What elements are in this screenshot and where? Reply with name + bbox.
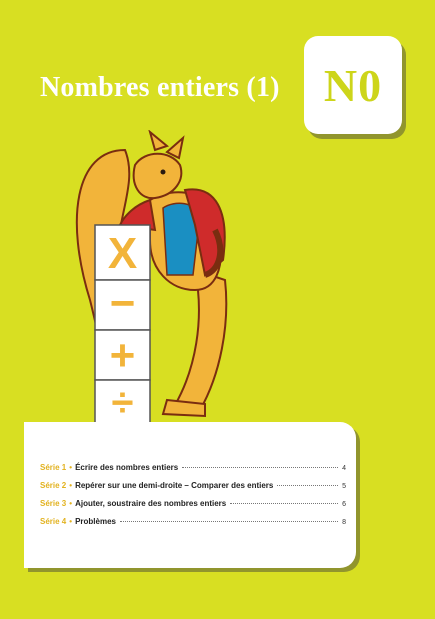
block-sign: − — [110, 279, 136, 328]
toc-label: Problèmes — [75, 517, 116, 526]
bullet-icon: • — [69, 517, 73, 526]
toc-leader — [182, 467, 339, 468]
kangaroo-eye — [160, 169, 166, 175]
toc-page: 6 — [342, 501, 346, 508]
kangaroo-ear — [148, 130, 170, 152]
chapter-cover: Nombres entiers (1) N0 X − + ÷ Série 1 •… — [0, 0, 435, 619]
kangaroo-illustration: X − + ÷ — [75, 130, 228, 426]
toc-row[interactable]: Série 1 • Écrire des nombres entiers 4 — [40, 463, 346, 481]
toc-page: 8 — [342, 519, 346, 526]
toc-serie: Série 1 — [40, 463, 67, 472]
block-multiply: X — [94, 224, 151, 281]
block-plus: + — [94, 329, 151, 381]
toc-serie: Série 2 — [40, 481, 67, 490]
kangaroo-foot — [161, 398, 206, 418]
toc-label: Écrire des nombres entiers — [75, 463, 179, 472]
toc-label: Repérer sur une demi-droite – Comparer d… — [75, 481, 274, 490]
chapter-title: Nombres entiers (1) — [40, 72, 280, 103]
toc-row[interactable]: Série 2 • Repérer sur une demi-droite – … — [40, 481, 346, 499]
bullet-icon: • — [69, 499, 73, 508]
block-minus: − — [94, 279, 151, 331]
chapter-code-badge: N0 — [304, 36, 402, 134]
toc-label: Ajouter, soustraire des nombres entiers — [75, 499, 227, 508]
toc-page: 5 — [342, 483, 346, 490]
toc-list: Série 1 • Écrire des nombres entiers 4 S… — [40, 463, 346, 535]
toc-serie: Série 4 — [40, 517, 67, 526]
toc-row[interactable]: Série 3 • Ajouter, soustraire des nombre… — [40, 499, 346, 517]
kangaroo-leg — [173, 268, 228, 412]
bullet-icon: • — [69, 481, 73, 490]
block-divide: ÷ — [94, 379, 151, 426]
table-of-contents: Série 1 • Écrire des nombres entiers 4 S… — [24, 422, 356, 568]
block-sign: ÷ — [112, 381, 134, 425]
block-sign: X — [108, 229, 137, 278]
block-sign: + — [110, 331, 136, 380]
toc-leader — [277, 485, 339, 486]
toc-leader — [230, 503, 339, 504]
bullet-icon: • — [69, 463, 73, 472]
toc-serie: Série 3 — [40, 499, 67, 508]
toc-leader — [119, 521, 339, 522]
toc-page: 4 — [342, 465, 346, 472]
chapter-code: N0 — [323, 59, 383, 111]
toc-row[interactable]: Série 4 • Problèmes 8 — [40, 517, 346, 535]
